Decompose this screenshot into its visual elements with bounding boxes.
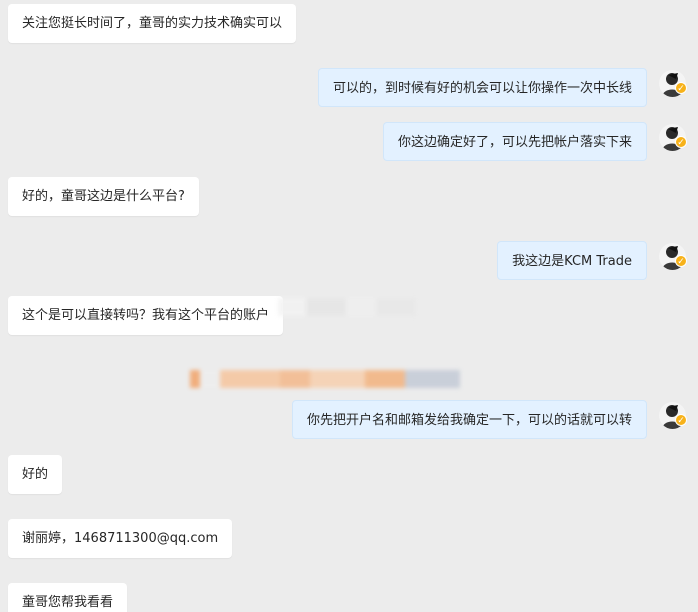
message-bubble-incoming: 这个是可以直接转吗？我有这个平台的账户 [8, 296, 284, 335]
message-bubble-incoming: 好的 [8, 455, 63, 494]
verified-badge-icon: ✓ [675, 255, 687, 267]
message-bubble-outgoing: 你这边确定好了，可以先把帐户落实下来 [382, 122, 647, 161]
redacted-system-notice [190, 368, 468, 390]
message-bubble-incoming: 关注您挺长时间了，童哥的实力技术确实可以 [8, 4, 297, 43]
chat-window: 关注您挺长时间了，童哥的实力技术确实可以 可以的，到时候有好的机会可以让你操作一… [0, 0, 698, 612]
message-bubble-outgoing: 可以的，到时候有好的机会可以让你操作一次中长线 [317, 68, 647, 107]
redacted-text [278, 296, 423, 318]
message-bubble-incoming: 童哥您帮我看看 [8, 583, 128, 612]
message-bubble-incoming: 好的，童哥这边是什么平台? [8, 177, 199, 216]
message-bubble-outgoing: 你先把开户名和邮箱发给我确定一下，可以的话就可以转 [291, 400, 647, 439]
verified-badge-icon: ✓ [675, 82, 687, 94]
message-bubble-outgoing: 我这边是KCM Trade [497, 241, 647, 280]
verified-badge-icon: ✓ [675, 136, 687, 148]
message-bubble-incoming: 谢丽婷，1468711300@qq.com [8, 519, 233, 558]
verified-badge-icon: ✓ [675, 414, 687, 426]
